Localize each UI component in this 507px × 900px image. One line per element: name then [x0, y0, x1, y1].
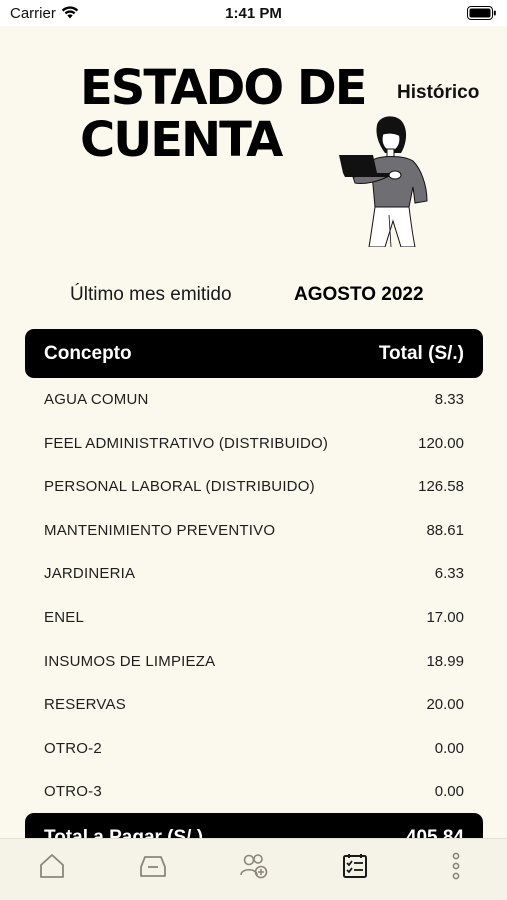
row-amount: 126.58	[418, 478, 464, 496]
row-amount: 6.33	[434, 565, 464, 583]
tab-inbox[interactable]	[138, 851, 168, 881]
table-row: AGUA COMUN 8.33	[25, 378, 483, 422]
column-header-total: Total (S/.)	[378, 343, 464, 364]
page-title-line1: ESTADO DE	[80, 60, 368, 116]
checklist-icon	[343, 854, 367, 878]
status-bar: Carrier 1:41 PM	[0, 0, 507, 26]
table-row: PERSONAL LABORAL (DISTRIBUIDO) 126.58	[25, 465, 483, 509]
table-row: OTRO-2 0.00	[25, 727, 483, 771]
clock: 1:41 PM	[225, 5, 282, 22]
table-header: Concepto Total (S/.)	[25, 329, 483, 378]
row-concept: AGUA COMUN	[44, 391, 149, 408]
screen: Carrier 1:41 PM ESTADO DE CUENTA Históri…	[0, 0, 507, 900]
table-body: AGUA COMUN 8.33 FEEL ADMINISTRATIVO (DIS…	[25, 378, 483, 814]
row-concept: OTRO-3	[44, 783, 102, 801]
table-row: ENEL 17.00	[25, 596, 483, 640]
row-amount: 8.33	[434, 391, 464, 408]
last-month-value: AGOSTO 2022	[294, 284, 424, 305]
table-row: JARDINERIA 6.33	[25, 552, 483, 596]
more-vertical-icon	[452, 852, 460, 880]
tab-checklist[interactable]	[340, 851, 370, 881]
table-row: FEEL ADMINISTRATIVO (DISTRIBUIDO) 120.00	[25, 422, 483, 466]
row-concept: OTRO-2	[44, 739, 102, 757]
column-header-concept: Concepto	[44, 343, 132, 364]
table-row: OTRO-3 0.00	[25, 770, 483, 814]
table-row: RESERVAS 20.00	[25, 683, 483, 727]
row-amount: 18.99	[426, 652, 464, 670]
row-amount: 20.00	[426, 696, 464, 714]
row-concept: MANTENIMIENTO PREVENTIVO	[44, 521, 276, 539]
historico-link[interactable]: Histórico	[397, 82, 479, 104]
battery-icon	[467, 6, 496, 20]
add-people-icon	[240, 854, 268, 879]
tab-home[interactable]	[37, 851, 67, 881]
inbox-icon	[140, 856, 166, 877]
row-amount: 0.00	[434, 783, 464, 801]
row-concept: ENEL	[44, 608, 84, 626]
page-title-line2: CUENTA	[80, 112, 283, 168]
last-month-label: Último mes emitido	[70, 284, 232, 305]
tab-more[interactable]	[441, 851, 471, 881]
row-amount: 120.00	[418, 434, 464, 452]
tab-bar	[0, 838, 507, 900]
page-title: ESTADO DE CUENTA	[80, 60, 368, 168]
home-icon	[40, 854, 64, 878]
row-amount: 0.00	[434, 739, 464, 757]
woman-with-laptop-illustration	[339, 116, 428, 247]
tab-add-people[interactable]	[239, 851, 269, 881]
row-concept: FEEL ADMINISTRATIVO (DISTRIBUIDO)	[44, 434, 329, 452]
row-concept: PERSONAL LABORAL (DISTRIBUIDO)	[44, 478, 315, 496]
row-concept: RESERVAS	[44, 696, 126, 714]
table-row: INSUMOS DE LIMPIEZA 18.99	[25, 640, 483, 684]
row-concept: INSUMOS DE LIMPIEZA	[44, 652, 216, 670]
row-concept: JARDINERIA	[44, 565, 136, 583]
row-amount: 17.00	[426, 608, 464, 626]
row-amount: 88.61	[426, 521, 464, 539]
table-row: MANTENIMIENTO PREVENTIVO 88.61	[25, 509, 483, 553]
